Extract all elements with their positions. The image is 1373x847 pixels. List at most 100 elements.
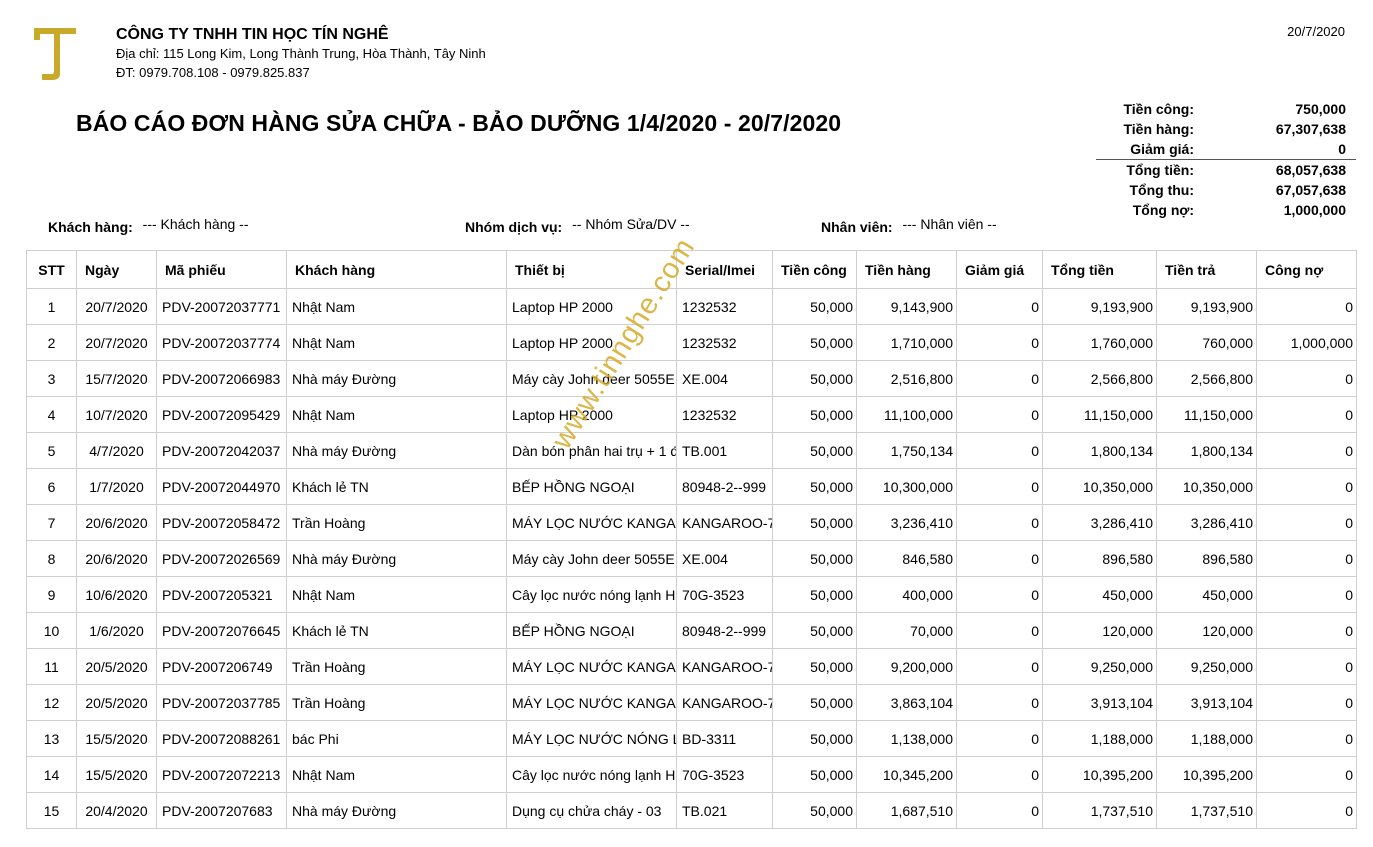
col-stt-header: STT <box>26 250 77 289</box>
table-row[interactable]: 12 20/5/2020 PDV-20072037785 Trần Hoàng MÁY … <box>26 684 1357 721</box>
col-serial-cell: KANGAROO-79 <box>676 684 773 721</box>
col-ticket-cell: PDV-20072058472 <box>156 504 287 541</box>
col-customer-cell: Trần Hoàng <box>286 684 507 721</box>
col-labor-cell: 50,000 <box>772 288 857 325</box>
summary-value: 67,057,638 <box>1275 182 1346 198</box>
col-ticket-cell: PDV-20072037771 <box>156 288 287 325</box>
col-device-cell: MÁY LỌC NƯỚC KANGAROO <box>506 504 677 541</box>
table-row[interactable]: 2 20/7/2020 PDV-20072037774 Nhật Nam Laptop … <box>26 324 1357 361</box>
col-goods-cell: 3,863,104 <box>856 684 957 721</box>
col-discount-cell: 0 <box>956 468 1043 505</box>
col-goods-cell: 9,200,000 <box>856 648 957 685</box>
col-goods-cell: 10,300,000 <box>856 468 957 505</box>
col-goods-cell: 1,138,000 <box>856 720 957 757</box>
col-discount-cell: 0 <box>956 648 1043 685</box>
col-date-cell: 20/4/2020 <box>76 792 157 829</box>
summary-row-collected: Tổng thu: 67,057,638 <box>1096 180 1356 200</box>
company-name: CÔNG TY TNHH TIN HỌC TÍN NGHÊ <box>116 26 389 43</box>
col-serial-cell: TB.021 <box>676 792 773 829</box>
table-row[interactable]: 10 1/6/2020 PDV-20072076645 Khách lẻ TN BẾP … <box>26 612 1357 649</box>
table-row[interactable]: 15 20/4/2020 PDV-2007207683 Nhà máy Đường Dụ… <box>26 792 1357 829</box>
col-labor-cell: 50,000 <box>772 324 857 361</box>
col-stt-cell: 13 <box>26 720 77 757</box>
table-row[interactable]: 14 15/5/2020 PDV-20072072213 Nhật Nam Cây lọ… <box>26 756 1357 793</box>
col-discount-cell: 0 <box>956 360 1043 397</box>
col-device-cell: MÁY LỌC NƯỚC KANGAROO <box>506 684 677 721</box>
summary-label: Tiền công: <box>1123 101 1194 117</box>
col-total-cell: 1,737,510 <box>1042 792 1157 829</box>
table-row[interactable]: 4 10/7/2020 PDV-20072095429 Nhật Nam Laptop … <box>26 396 1357 433</box>
col-total-cell: 896,580 <box>1042 540 1157 577</box>
table-row[interactable]: 13 15/5/2020 PDV-20072088261 bác Phi MÁY LỌC… <box>26 720 1357 757</box>
col-ticket-cell: PDV-2007205321 <box>156 576 287 613</box>
col-device-cell: Laptop HP 2000 <box>506 396 677 433</box>
col-stt-cell: 2 <box>26 324 77 361</box>
col-date-cell: 15/7/2020 <box>76 360 157 397</box>
summary-value: 67,307,638 <box>1275 121 1346 137</box>
table-row[interactable]: 11 20/5/2020 PDV-2007206749 Trần Hoàng MÁY L… <box>26 648 1357 685</box>
summary-row-discount: Giảm giá: 0 <box>1096 139 1356 160</box>
col-paid-cell: 10,395,200 <box>1156 756 1257 793</box>
col-discount-cell: 0 <box>956 756 1043 793</box>
col-date-cell: 20/7/2020 <box>76 324 157 361</box>
col-customer-cell: Nhật Nam <box>286 576 507 613</box>
col-device-cell: Cây lọc nước nóng lạnh Hafa <box>506 756 677 793</box>
summary-label: Tổng thu: <box>1129 182 1194 198</box>
col-stt-cell: 14 <box>26 756 77 793</box>
staff-filter-select[interactable]: --- Nhân viên -- <box>902 216 996 232</box>
col-serial-cell: TB.001 <box>676 432 773 469</box>
col-ticket-cell: PDV-20072072213 <box>156 756 287 793</box>
col-labor-cell: 50,000 <box>772 540 857 577</box>
table-row[interactable]: 1 20/7/2020 PDV-20072037771 Nhật Nam Laptop … <box>26 288 1357 325</box>
col-paid-cell: 2,566,800 <box>1156 360 1257 397</box>
col-paid-cell: 896,580 <box>1156 540 1257 577</box>
table-row[interactable]: 5 4/7/2020 PDV-20072042037 Nhà máy Đường Dàn… <box>26 432 1357 469</box>
col-total-header: Tổng tiền <box>1042 250 1157 289</box>
col-stt-cell: 6 <box>26 468 77 505</box>
col-labor-cell: 50,000 <box>772 504 857 541</box>
col-serial-header: Serial/Imei <box>676 250 773 289</box>
col-labor-cell: 50,000 <box>772 468 857 505</box>
col-device-cell: BẾP HỒNG NGOẠI <box>506 612 677 649</box>
table-row[interactable]: 9 10/6/2020 PDV-2007205321 Nhật Nam Cây lọc … <box>26 576 1357 613</box>
col-paid-cell: 1,188,000 <box>1156 720 1257 757</box>
table-row[interactable]: 3 15/7/2020 PDV-20072066983 Nhà máy Đường Má… <box>26 360 1357 397</box>
col-serial-cell: XE.004 <box>676 360 773 397</box>
col-ticket-header: Mã phiếu <box>156 250 287 289</box>
table-row[interactable]: 8 20/6/2020 PDV-20072026569 Nhà máy Đường Má… <box>26 540 1357 577</box>
staff-filter-label: Nhân viên: <box>821 219 893 235</box>
col-serial-cell: 1232532 <box>676 396 773 433</box>
summary-value: 68,057,638 <box>1275 162 1346 178</box>
table-row[interactable]: 7 20/6/2020 PDV-20072058472 Trần Hoàng MÁY L… <box>26 504 1357 541</box>
col-device-cell: MÁY LỌC NƯỚC NÓNG LẠNH <box>506 720 677 757</box>
col-labor-cell: 50,000 <box>772 576 857 613</box>
col-ticket-cell: PDV-20072076645 <box>156 612 287 649</box>
table-row[interactable]: 6 1/7/2020 PDV-20072044970 Khách lẻ TN BẾP H… <box>26 468 1357 505</box>
col-serial-cell: BD-3311 <box>676 720 773 757</box>
service-group-filter-select[interactable]: -- Nhóm Sửa/DV -- <box>572 216 690 232</box>
summary-label: Tổng tiền: <box>1126 162 1194 178</box>
col-serial-cell: KANGAROO-79 <box>676 504 773 541</box>
col-date-cell: 10/6/2020 <box>76 576 157 613</box>
col-debt-cell: 0 <box>1256 540 1357 577</box>
col-customer-cell: Khách lẻ TN <box>286 612 507 649</box>
col-discount-cell: 0 <box>956 576 1043 613</box>
col-debt-cell: 0 <box>1256 684 1357 721</box>
col-ticket-cell: PDV-20072088261 <box>156 720 287 757</box>
col-goods-cell: 1,750,134 <box>856 432 957 469</box>
col-stt-cell: 9 <box>26 576 77 613</box>
table-header-row: STT Ngày Mã phiếu Khách hàng Thiết bị Serial/… <box>26 250 1357 289</box>
col-discount-cell: 0 <box>956 288 1043 325</box>
col-date-cell: 1/7/2020 <box>76 468 157 505</box>
col-date-cell: 4/7/2020 <box>76 432 157 469</box>
col-goods-cell: 1,687,510 <box>856 792 957 829</box>
col-goods-header: Tiền hàng <box>856 250 957 289</box>
col-debt-cell: 0 <box>1256 576 1357 613</box>
col-customer-cell: bác Phi <box>286 720 507 757</box>
col-discount-cell: 0 <box>956 684 1043 721</box>
col-discount-cell: 0 <box>956 396 1043 433</box>
col-total-cell: 10,350,000 <box>1042 468 1157 505</box>
col-total-cell: 120,000 <box>1042 612 1157 649</box>
col-customer-cell: Nhà máy Đường <box>286 540 507 577</box>
customer-filter-select[interactable]: --- Khách hàng -- <box>143 216 249 232</box>
